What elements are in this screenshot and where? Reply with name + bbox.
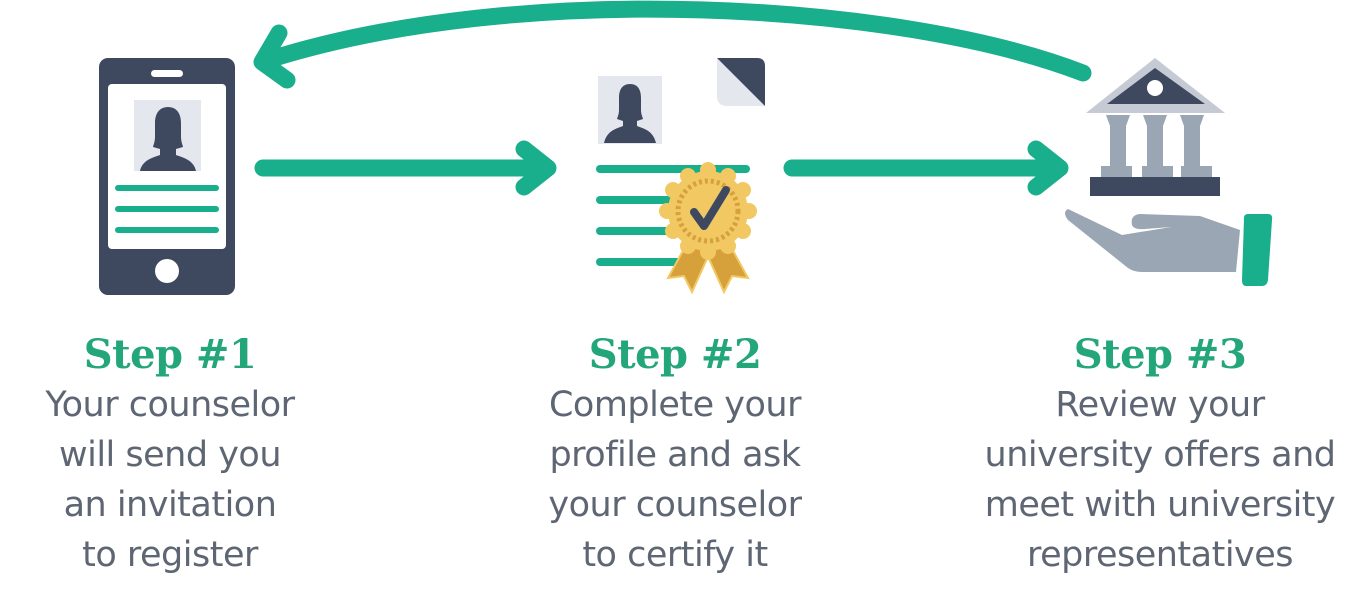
university-in-hand-icon (1065, 58, 1273, 286)
step-description-line: to register (82, 535, 258, 575)
step-title: Step #2 (588, 331, 762, 378)
arrow-step3-back-to-step1 (253, 0, 1092, 89)
award-seal-icon (659, 162, 757, 260)
step-description-line: will send you (58, 435, 282, 475)
step-1: Step #1 Your counselor will send you an … (20, 330, 320, 580)
step-description-line: representatives (1026, 535, 1294, 575)
step-description-line: Complete your (548, 385, 802, 425)
step-2: Step #2 Complete your profile and ask yo… (520, 330, 830, 580)
step-title: Step #3 (1073, 331, 1247, 378)
step-description-line: university offers and (984, 435, 1336, 475)
step-description-line: profile and ask (549, 435, 801, 475)
certified-profile-document-icon (596, 58, 765, 295)
arrow-step1-to-step2 (254, 140, 557, 196)
arrow-step2-to-step3 (783, 140, 1069, 196)
step-description-line: your counselor (548, 485, 802, 525)
step-description-line: an invitation (63, 485, 277, 525)
step-description-line: meet with university (984, 485, 1336, 525)
step-description-line: Your counselor (45, 385, 295, 425)
step-3: Step #3 Review your university offers an… (955, 330, 1365, 580)
smartphone-profile-icon (99, 58, 235, 295)
step-title: Step #1 (83, 331, 257, 378)
curved-arrow-shaft (259, 0, 1092, 82)
step-description-line: to certify it (582, 535, 768, 575)
step-description-line: Review your (1055, 385, 1265, 425)
